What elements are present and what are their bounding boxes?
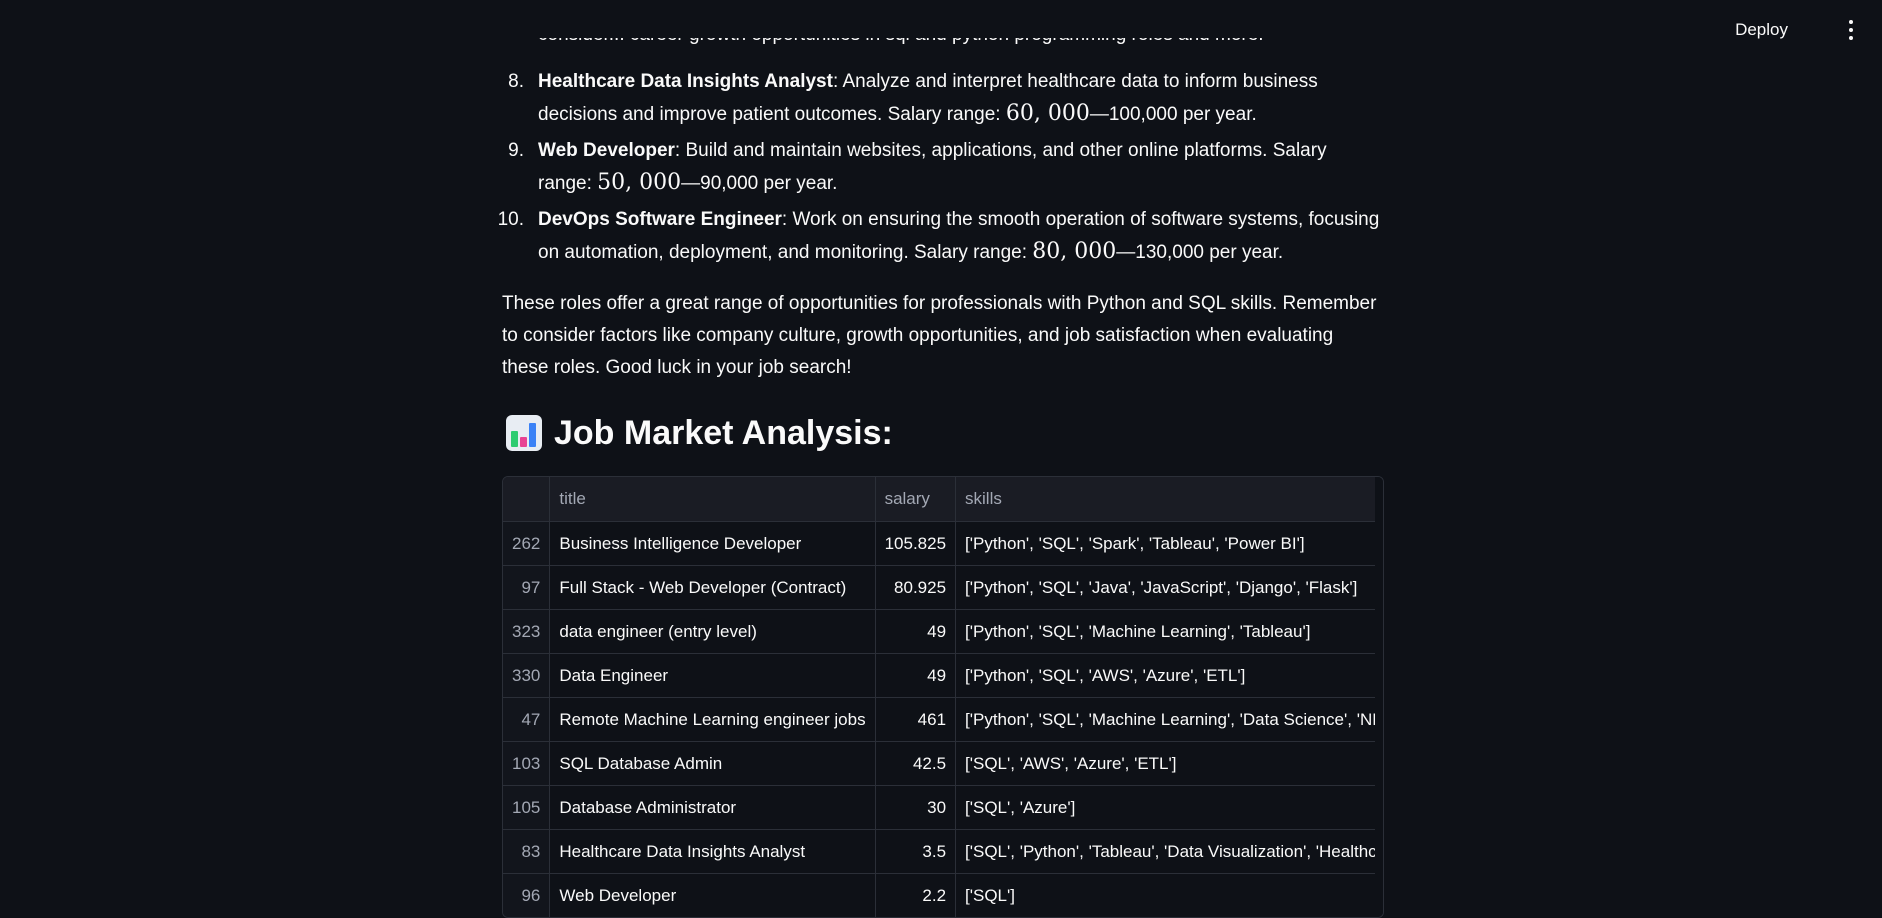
salary-tail: —130,000 per year. — [1116, 242, 1284, 263]
cell-skills[interactable]: ['Python', 'SQL', 'Machine Learning', 'T… — [955, 609, 1383, 654]
table-row[interactable]: 47 Remote Machine Learning engineer jobs 4… — [503, 697, 1383, 742]
cell-title[interactable]: Remote Machine Learning engineer jobs — [549, 697, 876, 742]
table-header-row: title salary skills — [503, 477, 1383, 522]
role-item: 10. DevOps Software Engineer: Work on ens… — [498, 204, 1382, 269]
table-row[interactable]: 103 SQL Database Admin 42.5 ['SQL', 'AWS', … — [503, 741, 1383, 786]
cell-salary[interactable]: 42.5 — [875, 741, 957, 786]
cell-title[interactable]: Database Administrator — [549, 785, 876, 830]
cell-salary[interactable]: 3.5 — [875, 829, 957, 874]
cell-salary[interactable]: 105.825 — [875, 521, 957, 566]
salary-tail: —100,000 per year. — [1089, 104, 1257, 125]
cell-title[interactable]: SQL Database Admin — [549, 741, 876, 786]
section-title: Job Market Analysis: — [554, 413, 893, 452]
role-title: Web Developer — [538, 140, 675, 161]
roles-list: 8. Healthcare Data Insights Analyst: Anal… — [498, 66, 1382, 273]
column-header-salary[interactable]: salary — [875, 477, 957, 522]
table-row[interactable]: 323 data engineer (entry level) 49 ['Python… — [503, 609, 1383, 654]
cell-skills[interactable]: ['SQL', 'Python', 'Tableau', 'Data Visua… — [955, 829, 1383, 874]
cell-title[interactable]: Data Engineer — [549, 653, 876, 698]
cell-skills[interactable]: ['Python', 'SQL', 'Machine Learning', 'D… — [955, 697, 1383, 742]
role-title: Healthcare Data Insights Analyst — [538, 71, 833, 92]
cell-salary[interactable]: 49 — [875, 609, 957, 654]
row-index[interactable]: 47 — [503, 697, 551, 742]
cell-title[interactable]: Healthcare Data Insights Analyst — [549, 829, 876, 874]
cell-title[interactable]: Full Stack - Web Developer (Contract) — [549, 565, 876, 610]
row-index[interactable]: 105 — [503, 785, 551, 830]
salary-tail: —90,000 per year. — [681, 173, 838, 194]
row-index[interactable]: 103 — [503, 741, 551, 786]
table-row[interactable]: 83 Healthcare Data Insights Analyst 3.5 ['S… — [503, 829, 1383, 874]
table-row[interactable]: 330 Data Engineer 49 ['Python', 'SQL', 'AWS… — [503, 653, 1383, 698]
cell-salary[interactable]: 49 — [875, 653, 957, 698]
cell-skills[interactable]: ['SQL', 'AWS', 'Azure', 'ETL'] — [955, 741, 1383, 786]
role-number: 8. — [508, 71, 524, 92]
row-index[interactable]: 83 — [503, 829, 551, 874]
salary-math: 80, 000 — [1032, 239, 1117, 264]
top-bar: Deploy — [0, 0, 1882, 58]
table-row[interactable]: 262 Business Intelligence Developer 105.82… — [503, 521, 1383, 566]
column-header-index[interactable] — [503, 477, 551, 522]
section-header: Job Market Analysis: — [506, 408, 893, 458]
role-title: DevOps Software Engineer — [538, 209, 782, 230]
data-table[interactable]: title salary skills 262 Business Intellig… — [502, 476, 1384, 918]
bar-chart-icon — [506, 415, 542, 451]
table-scrollbar[interactable] — [1375, 477, 1383, 917]
role-item: 8. Healthcare Data Insights Analyst: Anal… — [502, 66, 1382, 131]
cell-salary[interactable]: 80.925 — [875, 565, 957, 610]
cell-title[interactable]: Business Intelligence Developer — [549, 521, 876, 566]
salary-math: 50, 000 — [597, 170, 682, 195]
row-index[interactable]: 323 — [503, 609, 551, 654]
table-row[interactable]: 97 Full Stack - Web Developer (Contract) 8… — [503, 565, 1383, 610]
cell-skills[interactable]: ['SQL', 'Azure'] — [955, 785, 1383, 830]
role-number: 9. — [508, 140, 524, 161]
table-row[interactable]: 105 Database Administrator 30 ['SQL', 'Azur… — [503, 785, 1383, 830]
cell-salary[interactable]: 461 — [875, 697, 957, 742]
role-number: 10. — [497, 209, 524, 230]
row-index[interactable]: 330 — [503, 653, 551, 698]
role-item: 9. Web Developer: Build and maintain webs… — [502, 135, 1382, 200]
cell-skills[interactable]: ['Python', 'SQL', 'Spark', 'Tableau', 'P… — [955, 521, 1383, 566]
column-header-title[interactable]: title — [549, 477, 876, 522]
row-index[interactable]: 262 — [503, 521, 551, 566]
more-options-icon[interactable] — [1834, 14, 1868, 46]
row-index[interactable]: 97 — [503, 565, 551, 610]
cell-title[interactable]: data engineer (entry level) — [549, 609, 876, 654]
cell-salary[interactable]: 30 — [875, 785, 957, 830]
column-header-skills[interactable]: skills — [955, 477, 1383, 522]
closing-paragraph: These roles offer a great range of oppor… — [502, 293, 1377, 378]
cell-skills[interactable]: ['Python', 'SQL', 'Java', 'JavaScript', … — [955, 565, 1383, 610]
cell-skills[interactable]: ['Python', 'SQL', 'AWS', 'Azure', 'ETL'] — [955, 653, 1383, 698]
deploy-button[interactable]: Deploy — [1723, 14, 1800, 46]
salary-math: 60, 000 — [1005, 101, 1090, 126]
